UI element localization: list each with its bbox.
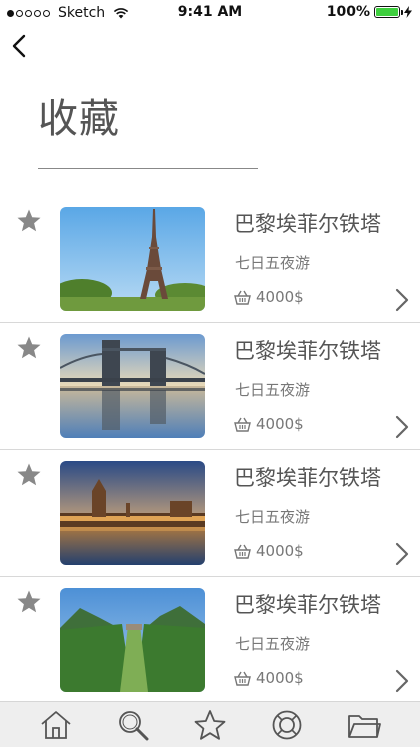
star-icon <box>194 709 226 740</box>
home-icon <box>41 710 71 739</box>
item-subtitle: 七日五夜游 <box>235 635 311 653</box>
star-icon[interactable] <box>16 335 42 361</box>
basket-icon <box>234 417 251 432</box>
status-bar: Sketch 9:41 AM 100% <box>0 0 420 26</box>
title-divider <box>38 168 258 169</box>
tab-home[interactable] <box>36 707 76 743</box>
folder-icon <box>347 714 381 738</box>
favorites-list: 巴黎埃菲尔铁塔 七日五夜游 4000$ 巴黎埃菲尔铁塔 七日五夜游 4000$ … <box>0 196 420 704</box>
page-title: 收藏 <box>38 96 120 142</box>
battery-percent: 100% <box>326 4 370 20</box>
tab-help[interactable] <box>267 707 307 743</box>
back-button[interactable] <box>8 32 32 60</box>
item-subtitle: 七日五夜游 <box>235 508 311 526</box>
item-subtitle: 七日五夜游 <box>235 381 311 399</box>
lifebuoy-icon <box>272 710 302 739</box>
tab-favorites[interactable] <box>190 707 230 743</box>
item-price: 4000$ <box>234 415 304 433</box>
garden-valley-photo <box>60 588 205 692</box>
item-price: 4000$ <box>234 542 304 560</box>
star-icon[interactable] <box>16 462 42 488</box>
eiffel-tower-photo <box>60 207 205 311</box>
item-price: 4000$ <box>234 288 304 306</box>
item-title: 巴黎埃菲尔铁塔 <box>234 466 381 490</box>
price-label: 4000$ <box>256 542 304 560</box>
item-title: 巴黎埃菲尔铁塔 <box>234 339 381 363</box>
search-icon <box>119 710 149 740</box>
chevron-right-icon[interactable] <box>395 669 409 693</box>
tab-search[interactable] <box>113 707 153 743</box>
item-price: 4000$ <box>234 669 304 687</box>
list-item[interactable]: 巴黎埃菲尔铁塔 七日五夜游 4000$ <box>0 450 420 577</box>
chevron-right-icon[interactable] <box>395 288 409 312</box>
chevron-right-icon[interactable] <box>395 415 409 439</box>
basket-icon <box>234 544 251 559</box>
battery-icon <box>374 6 403 18</box>
list-item[interactable]: 巴黎埃菲尔铁塔 七日五夜游 4000$ <box>0 196 420 323</box>
item-title: 巴黎埃菲尔铁塔 <box>234 212 381 236</box>
list-item[interactable]: 巴黎埃菲尔铁塔 七日五夜游 4000$ <box>0 577 420 704</box>
star-icon[interactable] <box>16 208 42 234</box>
tab-folder[interactable] <box>344 707 384 743</box>
basket-icon <box>234 290 251 305</box>
list-item[interactable]: 巴黎埃菲尔铁塔 七日五夜游 4000$ <box>0 323 420 450</box>
tab-bar <box>0 701 420 747</box>
item-subtitle: 七日五夜游 <box>235 254 311 272</box>
item-title: 巴黎埃菲尔铁塔 <box>234 593 381 617</box>
price-label: 4000$ <box>256 415 304 433</box>
price-label: 4000$ <box>256 669 304 687</box>
chevron-right-icon[interactable] <box>395 542 409 566</box>
price-label: 4000$ <box>256 288 304 306</box>
tower-bridge-photo <box>60 334 205 438</box>
basket-icon <box>234 671 251 686</box>
charging-bolt-icon <box>404 6 412 18</box>
westminster-palace-photo <box>60 461 205 565</box>
star-icon[interactable] <box>16 589 42 615</box>
status-right: 100% <box>327 4 412 20</box>
